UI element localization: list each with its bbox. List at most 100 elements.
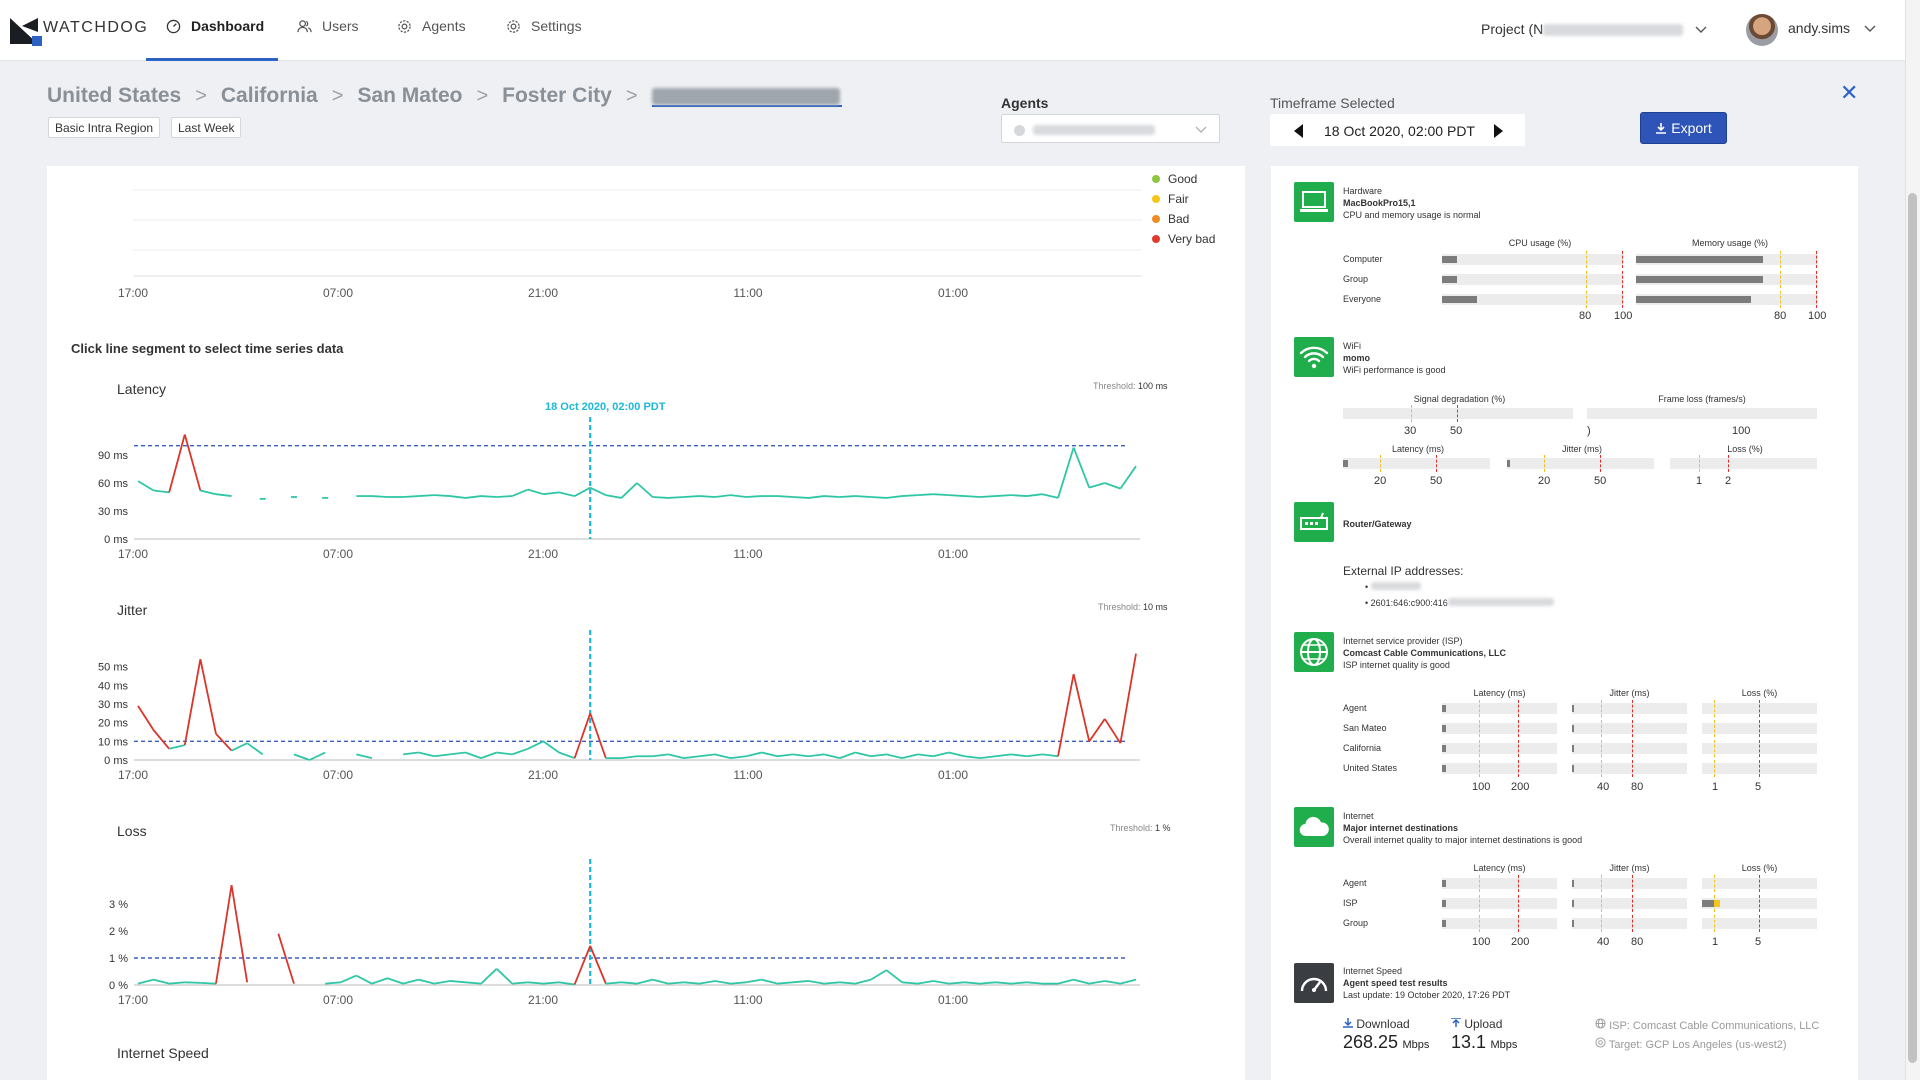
series-segment[interactable] [1042,753,1059,758]
series-segment[interactable] [168,434,186,493]
series-segment[interactable] [527,740,544,750]
series-segment[interactable] [885,969,903,984]
series-segment[interactable] [355,974,373,985]
series-segment[interactable] [558,981,575,986]
series-segment[interactable] [215,884,233,984]
series-segment[interactable] [215,493,232,497]
series-segment[interactable] [1089,980,1105,985]
breadcrumb-foster-city[interactable]: Foster City [502,84,612,108]
series-segment[interactable] [730,494,747,498]
breadcrumb-agent-redacted[interactable] [651,85,842,107]
series-segment[interactable] [340,974,357,984]
series-segment[interactable] [480,968,498,985]
series-segment[interactable] [230,884,249,983]
nav-users[interactable]: Users [297,18,359,34]
series-segment[interactable] [527,488,544,496]
series-segment[interactable] [1104,482,1121,490]
series-segment[interactable] [667,753,684,760]
series-segment[interactable] [1057,673,1075,757]
series-segment[interactable] [137,978,154,985]
filter-chip-region[interactable]: Basic Intra Region [48,117,161,138]
series-segment[interactable] [1072,673,1091,742]
series-segment[interactable] [870,496,887,499]
series-segment[interactable] [714,753,731,760]
series-segment[interactable] [1011,981,1027,985]
series-segment[interactable] [153,978,170,985]
series-segment[interactable] [589,486,607,496]
series-segment[interactable] [573,945,592,985]
series-segment[interactable] [964,755,981,760]
series-segment[interactable] [543,491,560,496]
series-segment[interactable] [512,981,528,985]
series-segment[interactable] [839,981,856,985]
series-segment[interactable] [792,753,809,758]
series-segment[interactable] [309,751,326,761]
series-segment[interactable] [621,755,638,760]
series-segment[interactable] [980,495,996,498]
series-segment[interactable] [496,968,513,985]
jitter-chart[interactable]: 50 ms 40 ms 30 ms 20 ms 10 ms 0 ms17:00 07:00 2… [70,630,1160,785]
project-selector[interactable]: Project (N [1481,21,1707,37]
series-segment[interactable] [152,729,170,750]
series-segment[interactable] [792,980,809,984]
series-segment[interactable] [964,981,981,985]
series-segment[interactable] [917,493,934,497]
series-segment[interactable] [183,659,202,746]
series-segment[interactable] [137,705,155,731]
series-segment[interactable] [855,751,872,758]
series-segment[interactable] [933,980,950,985]
series-segment[interactable] [777,753,794,758]
series-segment[interactable] [1120,978,1137,985]
series-segment[interactable] [1119,465,1137,490]
series-segment[interactable] [605,981,622,985]
series-segment[interactable] [808,980,825,985]
breadcrumb-california[interactable]: California [221,84,318,108]
series-segment[interactable] [683,495,700,498]
series-segment[interactable] [855,495,871,498]
previous-arrow-icon[interactable] [1294,124,1303,138]
series-segment[interactable] [1026,753,1043,758]
series-segment[interactable] [761,751,778,758]
series-segment[interactable] [808,753,825,758]
series-segment[interactable] [449,495,466,499]
series-segment[interactable] [1119,653,1137,744]
series-segment[interactable] [1104,980,1121,985]
series-segment[interactable] [496,495,513,498]
series-segment[interactable] [1072,447,1091,488]
series-segment[interactable] [979,755,996,760]
nav-agents[interactable]: Agents [397,18,466,34]
series-segment[interactable] [948,494,965,497]
watchdog-logo-icon[interactable] [8,14,42,46]
series-segment[interactable] [979,981,996,985]
series-segment[interactable] [964,495,981,498]
series-segment[interactable] [636,978,653,985]
series-segment[interactable] [184,981,201,984]
series-segment[interactable] [418,494,435,497]
series-segment[interactable] [620,482,638,499]
breadcrumb-san-mateo[interactable]: San Mateo [357,84,462,108]
latency-chart[interactable]: 90 ms 60 ms 30 ms 0 ms17:00 07:00 21:00 11:00 0… [70,415,1160,565]
nav-dashboard[interactable]: Dashboard [166,18,264,34]
series-segment[interactable] [542,740,560,754]
overview-timeline[interactable]: 17:00 07:00 21:00 11:00 01:00 [100,180,1160,305]
series-segment[interactable] [745,751,762,758]
series-segment[interactable] [808,495,825,499]
agents-select[interactable] [1001,114,1220,143]
series-segment[interactable] [933,751,950,758]
series-segment[interactable] [1073,978,1090,985]
series-segment[interactable] [995,753,1012,758]
series-segment[interactable] [824,495,840,498]
series-segment[interactable] [870,969,887,981]
series-segment[interactable] [1026,493,1043,497]
series-segment[interactable] [761,978,778,985]
series-segment[interactable] [356,753,373,760]
series-segment[interactable] [465,981,482,985]
series-segment[interactable] [886,495,903,499]
series-segment[interactable] [496,751,513,756]
series-segment[interactable] [137,480,155,492]
series-segment[interactable] [558,491,575,497]
series-segment[interactable] [434,494,450,497]
series-segment[interactable] [293,753,310,761]
series-segment[interactable] [402,978,419,985]
series-segment[interactable] [917,753,934,758]
